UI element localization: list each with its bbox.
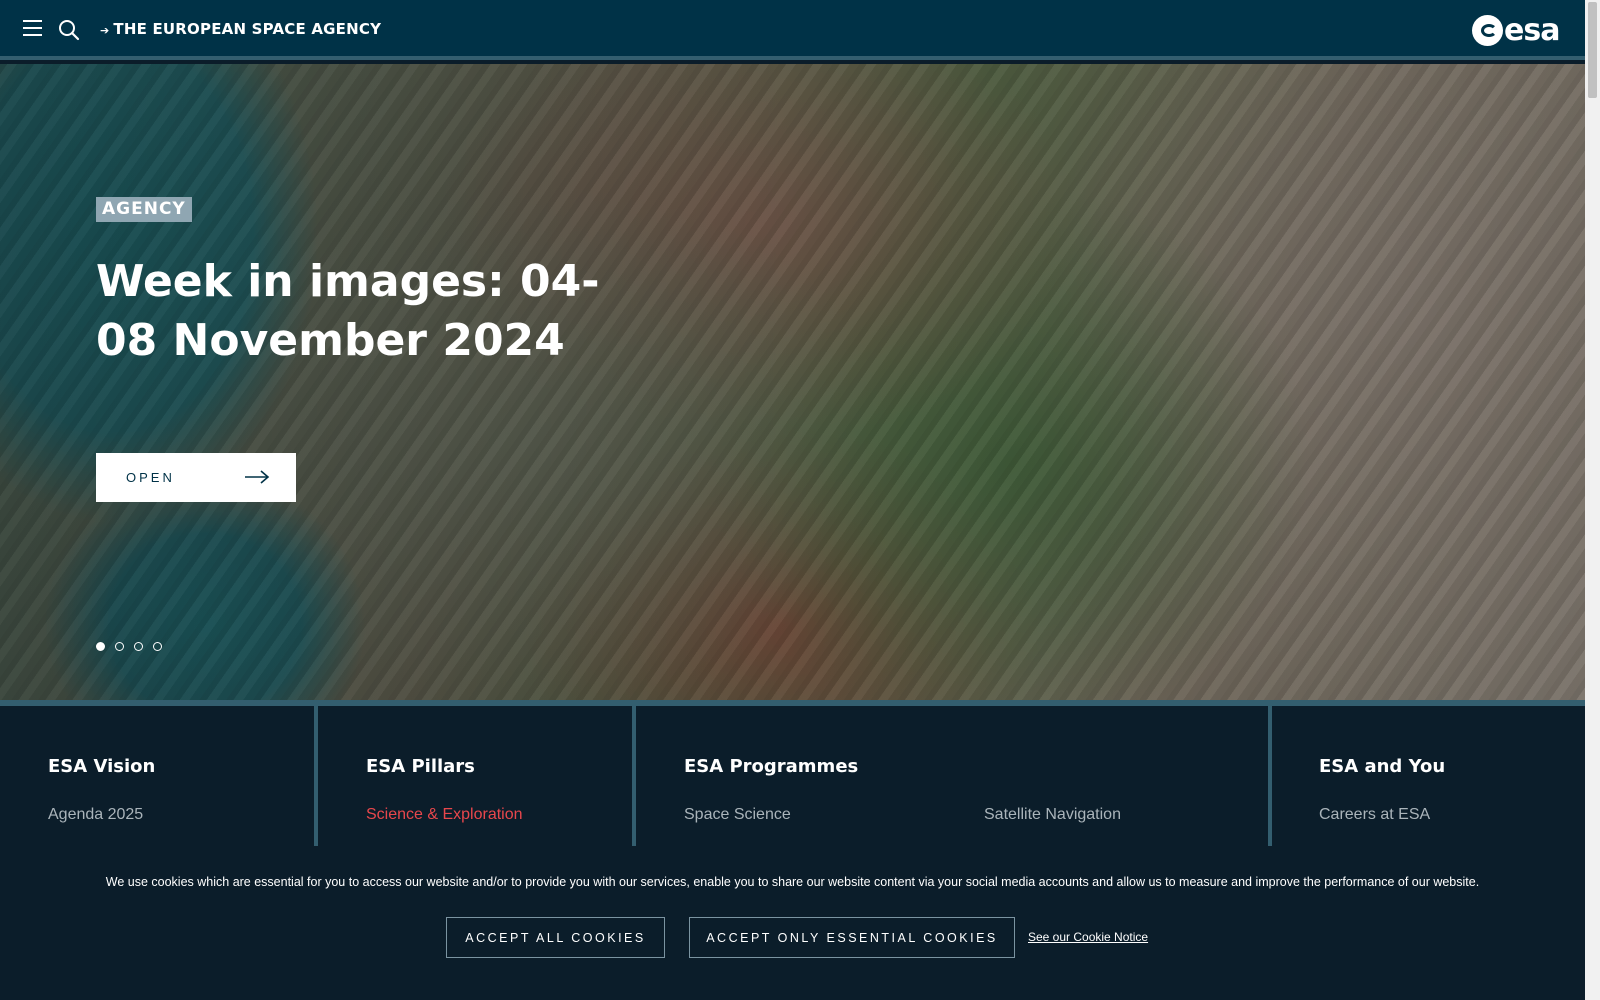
- column-esa-programmes: ESA Programmes Space Science Satellite N…: [636, 706, 1268, 846]
- top-navigation-bar: ➔ THE EUROPEAN SPACE AGENCY esa: [0, 0, 1585, 60]
- esa-logo-mark: [1472, 14, 1503, 46]
- carousel-pagination: [96, 642, 162, 651]
- hero-image: [0, 64, 1585, 700]
- column-heading: ESA Pillars: [366, 756, 475, 777]
- carousel-dot-4[interactable]: [153, 642, 162, 651]
- agency-home-link[interactable]: ➔ THE EUROPEAN SPACE AGENCY: [100, 20, 381, 38]
- arrow-right-icon: ➔: [100, 24, 110, 37]
- hero-carousel: AGENCY Week in images: 04-08 November 20…: [0, 64, 1585, 700]
- link-science-exploration[interactable]: Science & Exploration: [366, 806, 523, 824]
- column-esa-vision: ESA Vision Agenda 2025: [0, 706, 314, 846]
- link-satellite-navigation[interactable]: Satellite Navigation: [984, 806, 1121, 824]
- scrollbar-thumb[interactable]: [1588, 2, 1597, 98]
- arrow-right-icon: [245, 470, 270, 484]
- hero-title: Week in images: 04-08 November 2024: [96, 256, 600, 366]
- link-agenda-2025[interactable]: Agenda 2025: [48, 806, 143, 824]
- carousel-dot-1[interactable]: [96, 642, 105, 651]
- column-heading: ESA Vision: [48, 756, 156, 777]
- carousel-dot-3[interactable]: [134, 642, 143, 651]
- menu-icon[interactable]: [23, 20, 42, 36]
- agency-link-label: THE EUROPEAN SPACE AGENCY: [113, 20, 382, 38]
- accept-essential-cookies-button[interactable]: ACCEPT ONLY ESSENTIAL COOKIES: [689, 917, 1015, 958]
- column-esa-pillars: ESA Pillars Science & Exploration: [318, 706, 632, 846]
- cookie-message: We use cookies which are essential for y…: [105, 875, 1480, 889]
- esa-logo-text: esa: [1504, 12, 1560, 48]
- category-tag[interactable]: AGENCY: [96, 197, 192, 222]
- column-heading: ESA and You: [1319, 756, 1446, 777]
- cookie-banner: We use cookies which are essential for y…: [0, 848, 1585, 1000]
- search-icon[interactable]: [57, 18, 81, 42]
- link-careers-at-esa[interactable]: Careers at ESA: [1319, 806, 1430, 824]
- open-button[interactable]: OPEN: [96, 453, 296, 502]
- column-heading: ESA Programmes: [684, 756, 859, 777]
- open-button-label: OPEN: [126, 470, 175, 485]
- column-esa-and-you: ESA and You Careers at ESA: [1272, 706, 1585, 846]
- link-space-science[interactable]: Space Science: [684, 806, 791, 824]
- carousel-dot-2[interactable]: [115, 642, 124, 651]
- footer-columns: ESA Vision Agenda 2025 ESA Pillars Scien…: [0, 700, 1585, 846]
- esa-logo[interactable]: esa: [1472, 12, 1560, 48]
- page-scrollbar[interactable]: [1585, 0, 1600, 1000]
- cookie-notice-link[interactable]: See our Cookie Notice: [1028, 930, 1148, 944]
- accept-all-cookies-button[interactable]: ACCEPT ALL COOKIES: [446, 917, 665, 958]
